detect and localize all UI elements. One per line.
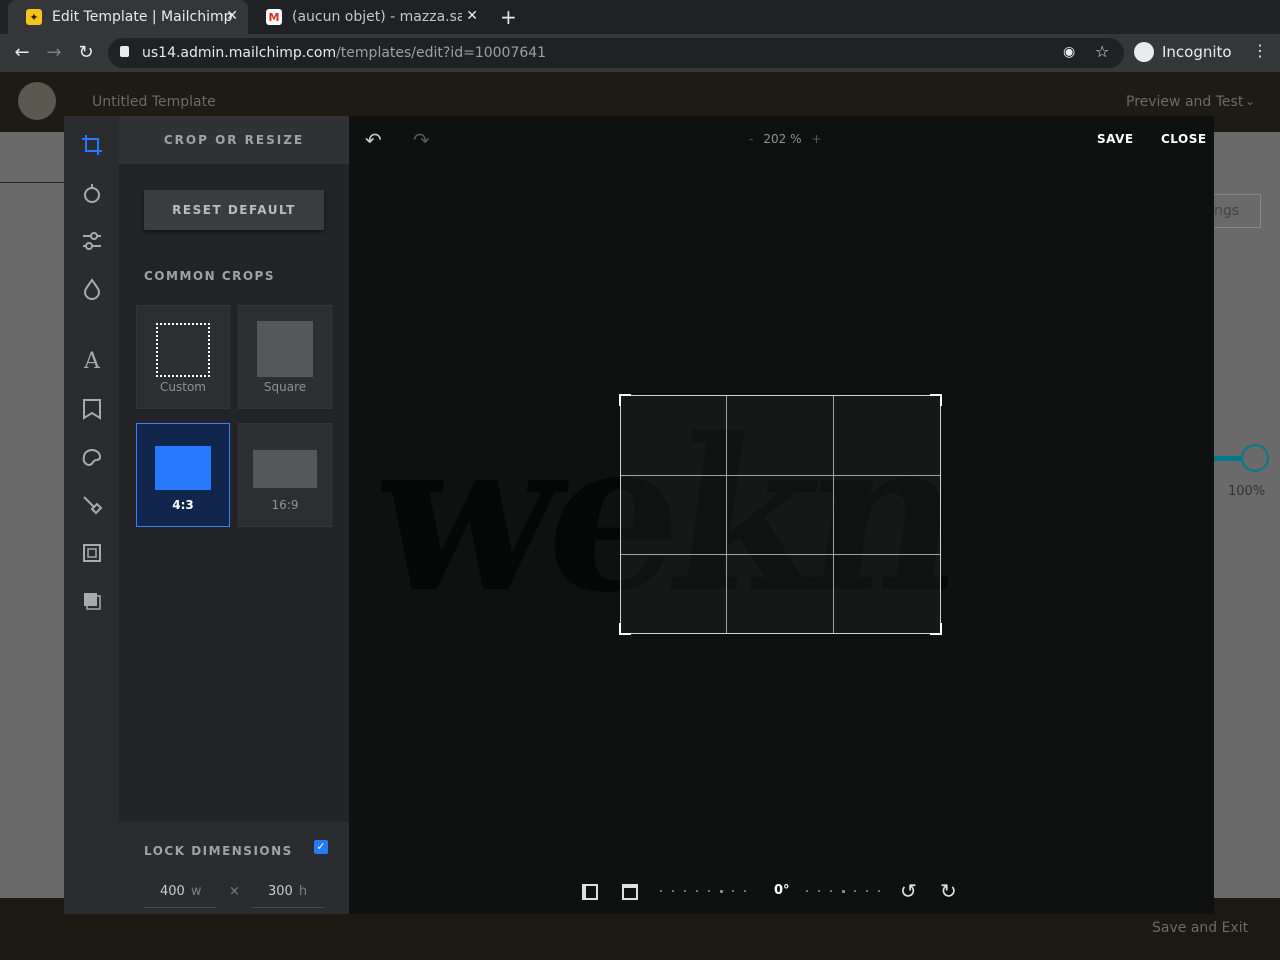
times-separator: × xyxy=(229,884,240,899)
panel-title: CROP OR RESIZE xyxy=(119,116,349,164)
template-title: Untitled Template xyxy=(92,94,216,110)
height-field[interactable]: 300 h xyxy=(252,880,324,908)
zoom-in-button[interactable]: + xyxy=(811,132,821,146)
zoom-value: 202 % xyxy=(763,132,802,146)
chevron-down-icon: ⌄ xyxy=(1245,94,1256,108)
slider-handle[interactable] xyxy=(1241,444,1269,472)
adjust-icon[interactable] xyxy=(80,229,104,253)
rotate-left-icon[interactable]: ↺ xyxy=(900,879,917,903)
tab-title: Edit Template | Mailchimp xyxy=(52,9,233,25)
close-tab-icon[interactable]: ✕ xyxy=(226,8,238,24)
flip-horizontal-icon[interactable] xyxy=(582,884,598,900)
crop-icon[interactable] xyxy=(80,133,104,157)
forward-icon[interactable]: → xyxy=(42,41,66,65)
frame-icon[interactable] xyxy=(80,541,104,565)
more-menu-icon[interactable]: ⋮ xyxy=(1252,41,1268,60)
url-text: us14.admin.mailchimp.com/templates/edit?… xyxy=(142,45,547,61)
ratio-16-9-thumb xyxy=(253,450,317,488)
redo-icon[interactable]: ↷ xyxy=(413,128,430,152)
mailchimp-logo-icon[interactable] xyxy=(18,82,56,120)
overlay-icon[interactable] xyxy=(80,589,104,613)
crop-panel: CROP OR RESIZE RESET DEFAULT COMMON CROP… xyxy=(119,116,349,914)
width-field[interactable]: 400 w xyxy=(144,880,216,908)
slider-value: 100% xyxy=(1228,484,1266,499)
bookmark-star-icon[interactable]: ☆ xyxy=(1095,42,1109,61)
divider xyxy=(0,182,64,183)
editor-canvas[interactable]: wekn ↶ ↷ -202 % + SAVE CLOSE 0° ↺ ↻ xyxy=(349,116,1214,914)
crop-handle-top-right[interactable] xyxy=(930,394,942,406)
zoom-out-button[interactable]: - xyxy=(749,132,753,146)
crop-handle-bottom-right[interactable] xyxy=(930,623,942,635)
crop-option-square[interactable]: Square xyxy=(238,305,332,409)
crop-option-custom[interactable]: Custom xyxy=(136,305,230,409)
browser-toolbar: ← → ↻ us14.admin.mailchimp.com/templates… xyxy=(0,34,1280,72)
brush-icon[interactable] xyxy=(80,445,104,469)
crop-area[interactable] xyxy=(619,394,942,635)
undo-icon[interactable]: ↶ xyxy=(365,128,382,152)
gmail-favicon-icon: M xyxy=(266,9,282,25)
tab-mailchimp[interactable]: ✦ Edit Template | Mailchimp ✕ xyxy=(8,0,248,34)
crop-option-label: Square xyxy=(263,380,307,394)
reset-default-button[interactable]: RESET DEFAULT xyxy=(144,190,324,230)
rotation-ticks-right[interactable] xyxy=(804,880,894,904)
focus-icon[interactable] xyxy=(80,277,104,301)
rotation-value: 0° xyxy=(774,883,790,898)
crop-option-label: 16:9 xyxy=(271,498,299,512)
tab-strip: ✦ Edit Template | Mailchimp ✕ M (aucun o… xyxy=(0,0,1280,34)
common-crops-heading: COMMON CROPS xyxy=(144,269,275,283)
custom-crop-thumb xyxy=(156,323,210,377)
incognito-icon xyxy=(1134,42,1154,62)
grid-line xyxy=(621,475,940,476)
square-crop-thumb xyxy=(257,321,313,377)
close-button[interactable]: CLOSE xyxy=(1161,132,1207,146)
grid-line xyxy=(833,396,834,633)
image-editor-modal: A CROP OR RESIZE RESET DEFAULT COMMON CR… xyxy=(64,116,1214,914)
save-button[interactable]: SAVE xyxy=(1097,132,1134,146)
crop-option-label: Custom xyxy=(160,380,206,394)
new-tab-button[interactable]: + xyxy=(500,5,517,29)
crop-option-label: 4:3 xyxy=(172,498,194,512)
draw-icon[interactable] xyxy=(80,493,104,517)
crop-option-16-9[interactable]: 16:9 xyxy=(238,423,332,527)
reload-icon[interactable]: ↻ xyxy=(74,41,98,65)
back-icon[interactable]: ← xyxy=(10,41,34,65)
profile-label[interactable]: Incognito xyxy=(1162,43,1232,61)
flip-vertical-icon[interactable] xyxy=(622,884,638,900)
address-bar[interactable]: us14.admin.mailchimp.com/templates/edit?… xyxy=(108,38,1124,68)
filter-icon[interactable] xyxy=(80,181,104,205)
tab-title: (aucun objet) - mazza.salm xyxy=(292,9,462,25)
ratio-4-3-thumb xyxy=(155,446,211,490)
zoom-control: -202 % + xyxy=(739,132,832,146)
grid-line xyxy=(726,396,727,633)
tab-gmail[interactable]: M (aucun objet) - mazza.salm ✕ xyxy=(248,0,488,34)
settings-button[interactable]: ngs xyxy=(1214,194,1261,228)
rotation-ticks-left[interactable] xyxy=(658,880,768,904)
grid-line xyxy=(621,554,940,555)
crop-handle-bottom-left[interactable] xyxy=(619,623,631,635)
close-tab-icon[interactable]: ✕ xyxy=(466,8,478,24)
crop-option-4-3[interactable]: 4:3 xyxy=(136,423,230,527)
crop-handle-top-left[interactable] xyxy=(619,394,631,406)
mailchimp-favicon-icon: ✦ xyxy=(26,9,42,25)
preview-and-test-button[interactable]: Preview and Test xyxy=(1126,94,1243,110)
tracking-blocked-icon[interactable]: ◉ xyxy=(1063,44,1075,60)
sticker-icon[interactable] xyxy=(80,397,104,421)
tool-sidebar: A xyxy=(64,116,119,914)
lock-dimensions-checkbox[interactable]: ✓ xyxy=(314,840,328,854)
rotate-right-icon[interactable]: ↻ xyxy=(940,879,957,903)
lock-icon xyxy=(120,46,129,57)
text-icon[interactable]: A xyxy=(80,349,104,374)
save-and-exit-button[interactable]: Save and Exit xyxy=(1152,920,1248,936)
lock-dimensions-section: LOCK DIMENSIONS ✓ 400 w × 300 h xyxy=(119,822,349,914)
rotation-bar: 0° ↺ ↻ xyxy=(582,879,974,904)
lock-dimensions-label: LOCK DIMENSIONS xyxy=(144,844,293,858)
